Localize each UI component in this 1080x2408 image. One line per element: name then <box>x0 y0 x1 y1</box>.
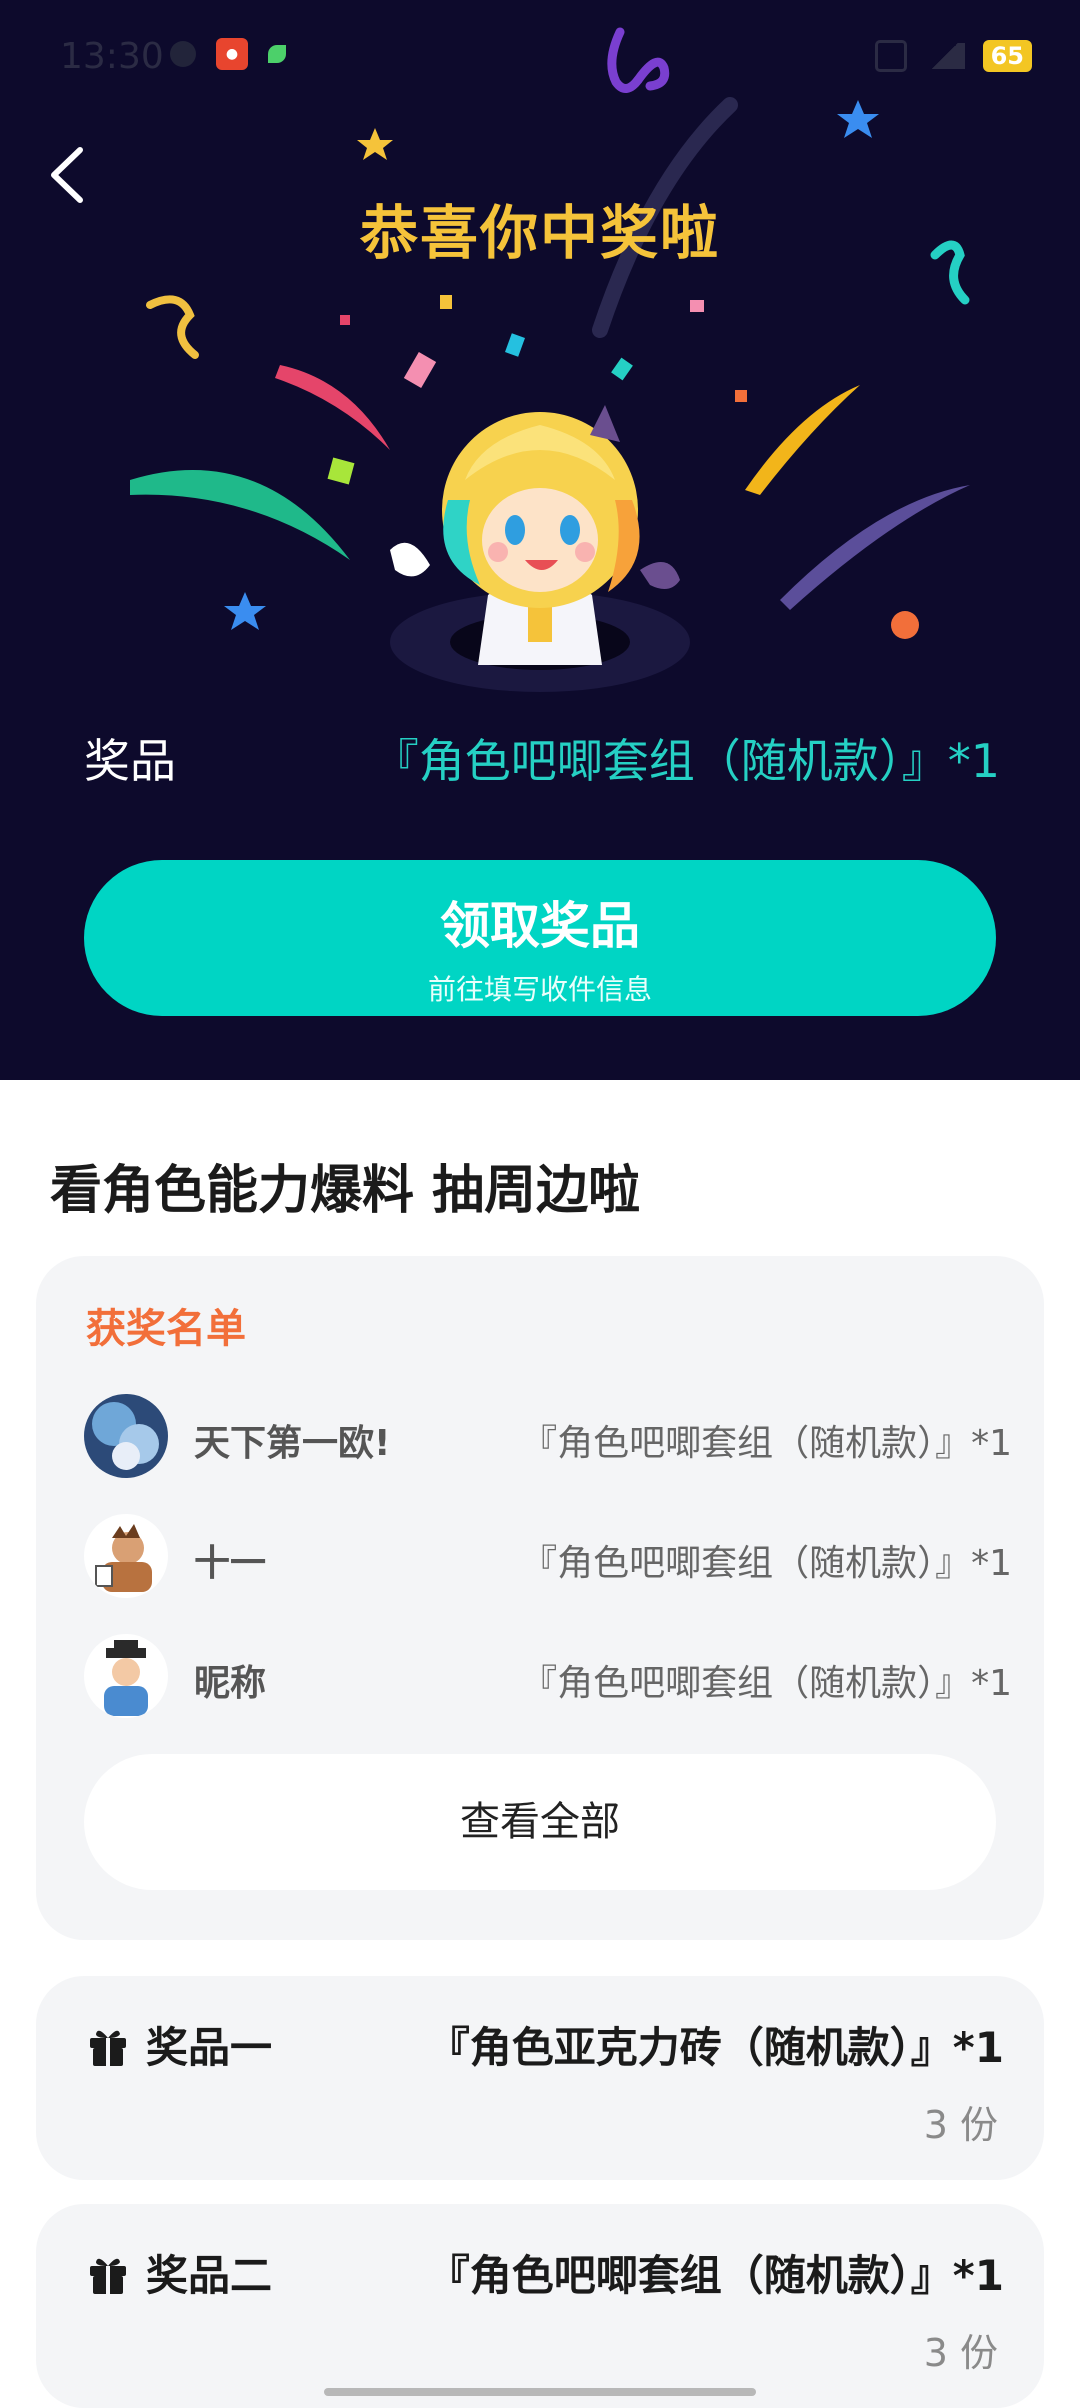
winner-name: 昵称 <box>194 1663 267 1704</box>
avatar[interactable] <box>84 1394 168 1478</box>
gift-icon <box>90 2030 126 2066</box>
winner-prize: 『角色吧唧套组（随机款）』*1 <box>521 1543 1012 1584</box>
app-notification-icon: ● <box>216 38 248 70</box>
congrats-title: 恭喜你中奖啦 <box>359 199 720 267</box>
home-indicator[interactable] <box>324 2388 756 2396</box>
system-icons: 65 <box>874 40 1032 72</box>
winner-row: 天下第一欧! 『角色吧唧套组（随机款）』*1 <box>84 1394 1012 1482</box>
avatar[interactable] <box>84 1634 168 1718</box>
prize-count: 3 份 <box>923 2331 998 2375</box>
winner-prize: 『角色吧唧套组（随机款）』*1 <box>521 1423 1012 1464</box>
section-title: 看角色能力爆料 抽周边啦 <box>50 1161 641 1221</box>
status-time: 13:30 <box>60 36 164 77</box>
status-bar: 13:30 ● 65 <box>0 0 1080 120</box>
hero-banner: 13:30 ● 65 恭喜你中奖啦 奖品 『角色吧唧套组（随机款）』*1 领取奖… <box>0 0 1080 1080</box>
prize-item: 『角色亚克力砖（随机款）』*1 <box>427 2023 1004 2072</box>
prize-card: 奖品一 『角色亚克力砖（随机款）』*1 3 份 <box>36 1976 1044 2180</box>
prize-value: 『角色吧唧套组（随机款）』*1 <box>372 734 1000 788</box>
winner-name: 十一 <box>194 1543 267 1584</box>
claim-prize-sublabel: 前往填写收件信息 <box>427 973 652 1006</box>
avatar[interactable] <box>84 1514 168 1598</box>
prize-info-row: 奖品 『角色吧唧套组（随机款）』*1 <box>0 725 1080 795</box>
gift-icon <box>90 2258 126 2294</box>
screen-icon <box>874 40 907 72</box>
prize-item: 『角色吧唧套组（随机款）』*1 <box>427 2251 1004 2300</box>
winner-row: 十一 『角色吧唧套组（随机款）』*1 <box>84 1514 1012 1602</box>
winner-row: 昵称 『角色吧唧套组（随机款）』*1 <box>84 1634 1012 1722</box>
prize-name: 奖品二 <box>146 2251 273 2300</box>
battery-indicator: 65 <box>982 40 1032 72</box>
winner-name: 天下第一欧! <box>194 1423 391 1464</box>
view-all-button[interactable]: 查看全部 <box>84 1754 996 1890</box>
winners-list-card: 获奖名单 天下第一欧! 『角色吧唧套组（随机款）』*1 十一 『角色吧唧套组（随… <box>36 1256 1044 1940</box>
app-logo-icon <box>607 27 670 93</box>
prize-label: 奖品 <box>84 734 176 788</box>
claim-prize-button[interactable]: 领取奖品 前往填写收件信息 <box>84 860 996 1016</box>
winner-prize: 『角色吧唧套组（随机款）』*1 <box>521 1663 1012 1704</box>
winners-title: 获奖名单 <box>86 1306 246 1352</box>
prize-card: 奖品二 『角色吧唧套组（随机款）』*1 3 份 <box>36 2204 1044 2408</box>
claim-prize-label: 领取奖品 <box>440 897 640 955</box>
notification-dot-icon <box>170 41 196 67</box>
notification-icons: ● <box>170 38 286 70</box>
mascot-illustration <box>390 405 690 692</box>
prize-count: 3 份 <box>923 2103 998 2147</box>
signal-icon <box>924 43 965 69</box>
prize-name: 奖品一 <box>146 2023 273 2072</box>
leaf-notification-icon <box>268 45 286 63</box>
